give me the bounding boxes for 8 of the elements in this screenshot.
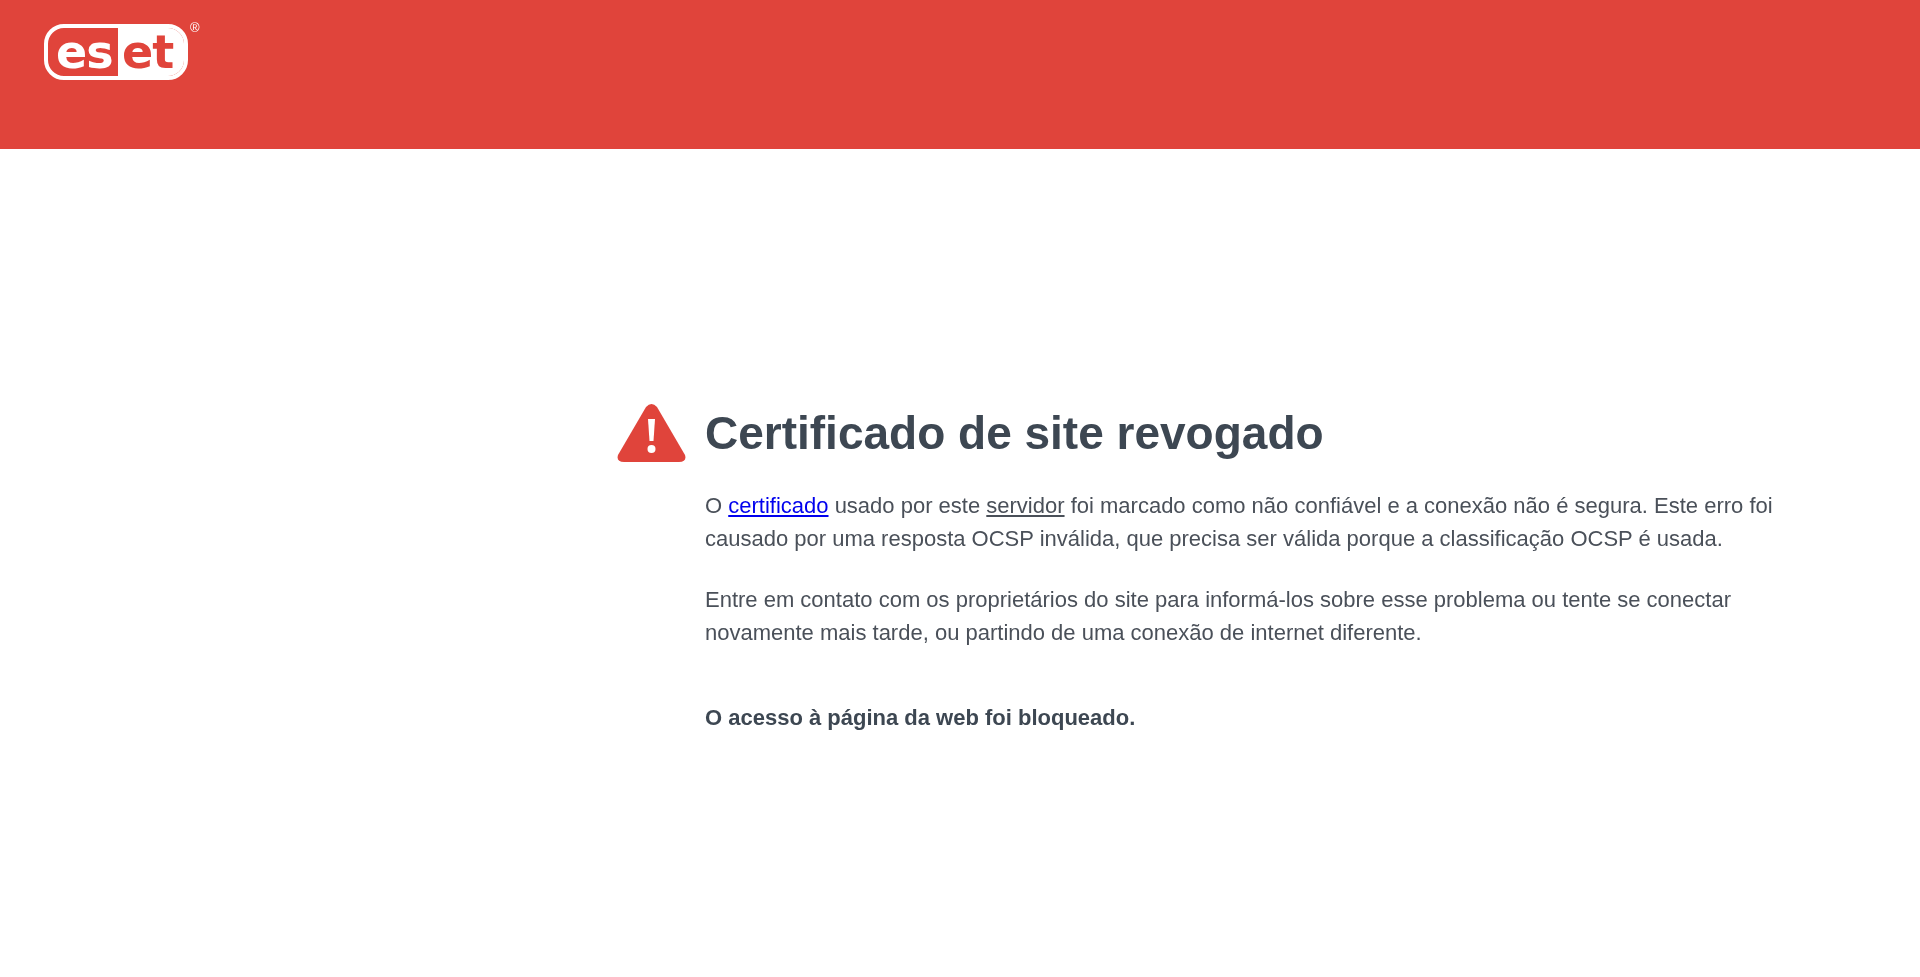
message-paragraph: Entre em contato com os proprietários do site para informá-los sobre esse problema ou tente se conectar novamente mais tarde, ou partindo de uma conexão de internet diferente. (705, 586, 1732, 647)
page-title: Certificado de site revogado (705, 406, 1325, 461)
registered-mark: ® (190, 20, 200, 35)
blocked-notice: O acesso à página da web foi bloqueado. (705, 704, 1137, 732)
warning-icon (617, 403, 686, 462)
message-paragraph: O certificado usado por este servidor foi marcado como não confiável e a conexão não é segura. Este erro foi causado por uma resposta OCSP inválida, que precisa ser válida porque a classificação OCSP é usada. (705, 492, 1774, 553)
server-link[interactable]: servidor (986, 493, 1065, 518)
certificate-link[interactable]: certificado (728, 493, 829, 518)
